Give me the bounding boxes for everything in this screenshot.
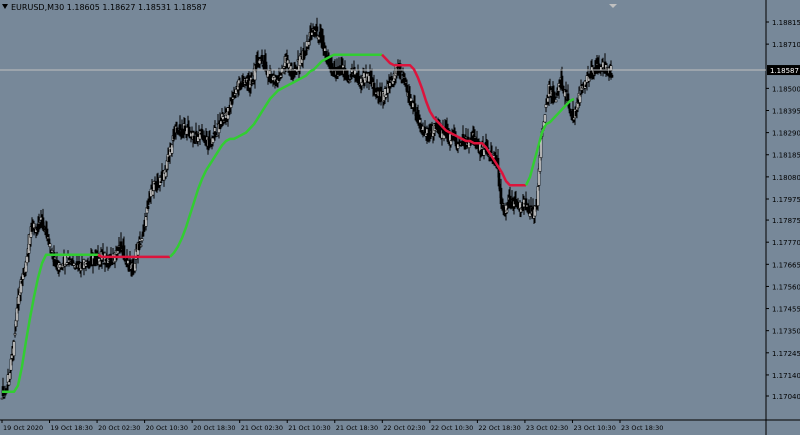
candle-body [50,250,54,253]
candle-body [505,209,509,213]
candle-body [384,94,388,98]
x-tick-label: 22 Oct 10:30 [431,424,473,432]
candle-body [117,245,121,247]
candle-body [146,206,150,210]
x-tick-label: 23 Oct 18:30 [621,424,663,432]
x-tick-label: 20 Oct 02:30 [98,424,140,432]
x-tick-label: 23 Oct 02:30 [526,424,568,432]
y-tick-label: 1.17770 [772,239,800,247]
candle-body [110,263,114,266]
candle-body [150,187,154,189]
candle-body [101,251,105,255]
candle-body [543,114,547,123]
x-tick-label: 22 Oct 18:30 [478,424,520,432]
candle-body [413,103,417,112]
candle-body [13,333,17,336]
candle-body [315,26,319,32]
candle-body [25,255,29,264]
candle-body [178,124,182,131]
candle-body [553,96,557,99]
y-tick-label: 1.18185 [772,152,800,160]
x-tick-label: 22 Oct 02:30 [383,424,425,432]
candle-body [139,244,143,247]
candle-body [399,70,403,73]
candle-body [2,397,6,399]
candle-body [227,111,231,116]
candle-body [12,341,16,357]
uptrend-line [524,97,575,186]
y-tick-label: 1.18080 [772,174,800,182]
candle-body [138,238,142,242]
x-tick-label: 21 Oct 02:30 [241,424,283,432]
x-tick-label: 21 Oct 18:30 [336,424,378,432]
candle-body [348,80,352,83]
candle-body [529,205,533,208]
chart-shift-icon[interactable] [609,4,617,8]
candle-body [564,89,568,93]
candle-body [47,238,51,243]
y-tick-label: 1.17245 [772,350,800,358]
candle-body [126,260,130,264]
x-tick-label: 21 Oct 10:30 [288,424,330,432]
y-tick-label: 1.18815 [772,19,800,27]
candle-body [192,135,196,142]
candle-body [140,238,144,242]
candle-body [473,136,477,139]
price-chart[interactable]: 1.18815 1.18710 1.18500 1.18395 1.18290 1.181… [0,0,800,435]
candle-body [53,257,57,260]
candle-body [72,263,76,266]
x-tick-label: 20 Oct 10:30 [146,424,188,432]
candle-body [159,181,163,183]
current-price-label: 1.18587 [770,67,799,75]
y-tick-label: 1.17140 [772,372,800,380]
x-tick-label: 20 Oct 18:30 [193,424,235,432]
y-tick-label: 1.17350 [772,328,800,336]
candle-body [142,226,146,232]
y-tick-label: 1.17665 [772,261,800,269]
x-tick-label: 19 Oct 18:30 [51,424,93,432]
y-tick-label: 1.17040 [772,393,800,401]
candle-body [554,99,558,103]
candle-body [527,205,531,215]
x-tick-label: 19 Oct 2020 [3,424,43,432]
candle-body [281,72,285,74]
candle-body [123,258,127,262]
candle-body [193,142,197,144]
candle-body [141,231,145,237]
candle-body [610,74,614,78]
x-tick-label: 23 Oct 10:30 [573,424,615,432]
y-tick-label: 1.18710 [772,41,800,49]
candle-body [260,55,264,62]
candle-body [597,63,601,67]
y-tick-label: 1.17455 [772,306,800,314]
y-tick-label: 1.18395 [772,107,800,115]
candle-body [306,48,310,51]
y-tick-label: 1.17975 [772,196,800,204]
candle-body [71,260,75,262]
y-tick-label: 1.17560 [772,283,800,291]
candle-body [215,135,219,137]
y-tick-label: 1.18290 [772,130,800,138]
candle-body [405,84,409,93]
candle-body [514,199,518,201]
chart-window[interactable]: EURUSD,M30 1.18605 1.18627 1.18531 1.185… [0,0,800,435]
candle-body [48,243,52,248]
y-tick-label: 1.17875 [772,217,800,225]
y-tick-label: 1.18500 [772,85,800,93]
